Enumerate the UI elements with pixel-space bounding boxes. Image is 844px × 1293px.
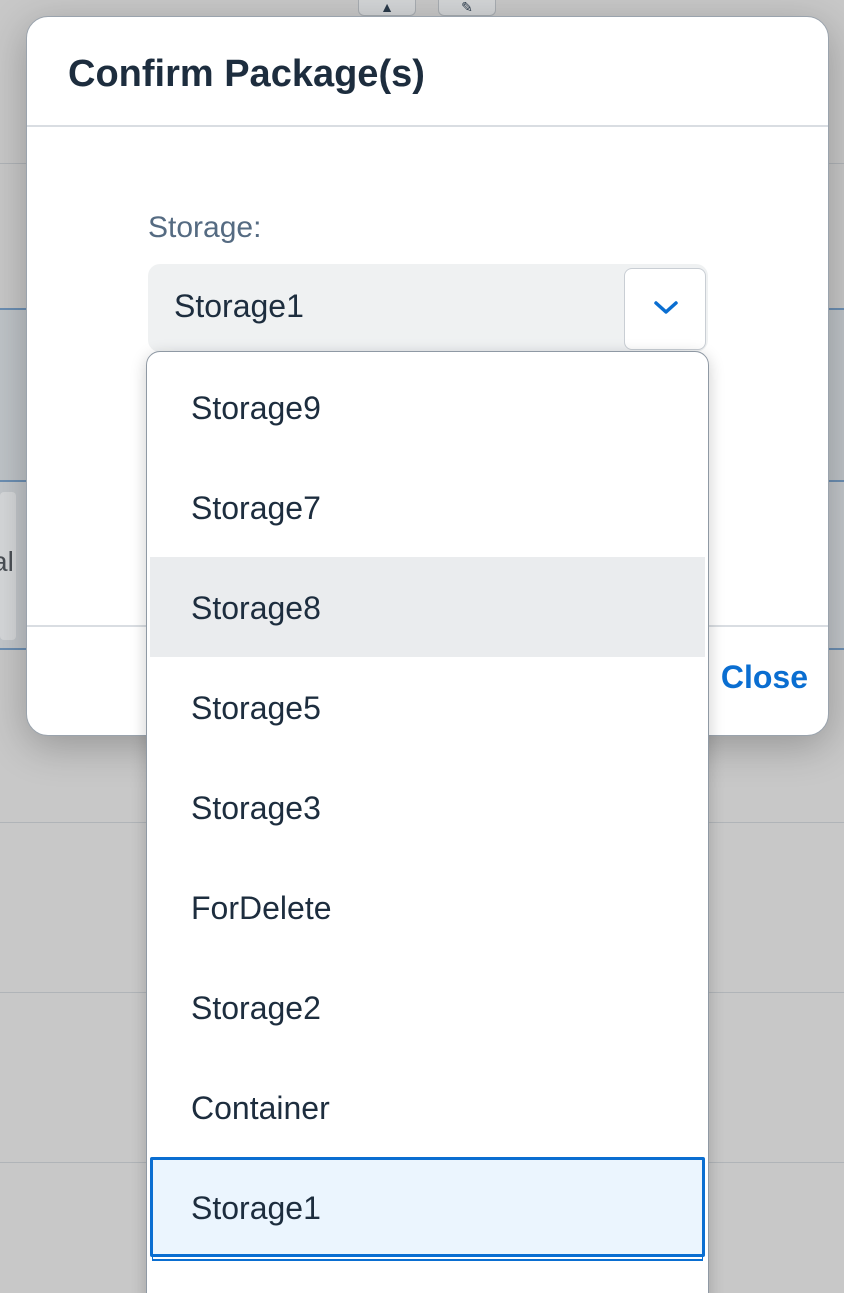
dropdown-option-label: ForDelete <box>191 890 332 926</box>
storage-select-toggle-button[interactable] <box>624 268 706 350</box>
dropdown-option-storage7[interactable]: Storage7 <box>150 457 705 557</box>
dropdown-option-label: Storage5 <box>191 690 321 726</box>
dropdown-option-fordelete[interactable]: ForDelete <box>150 857 705 957</box>
storage-select[interactable]: Storage1 <box>148 264 708 352</box>
dropdown-option-label: Container <box>191 1090 330 1126</box>
dropdown-option-label: Storage7 <box>191 490 321 526</box>
close-button[interactable]: Close <box>721 659 808 696</box>
dropdown-option-storage3[interactable]: Storage3 <box>150 757 705 857</box>
dropdown-option-storage5[interactable]: Storage5 <box>150 657 705 757</box>
dialog-title: Confirm Package(s) <box>68 53 425 95</box>
background-edge-text: al <box>0 546 14 577</box>
dropdown-option-storage2[interactable]: Storage2 <box>150 957 705 1057</box>
chevron-down-icon <box>654 301 678 314</box>
dropdown-option-label: Storage2 <box>191 990 321 1026</box>
dropdown-option-label: Storage3 <box>191 790 321 826</box>
dropdown-options: Storage9 Storage7 Storage8 Storage5 Storage3… <box>147 357 708 1257</box>
dialog-header: Confirm Package(s) <box>27 17 828 127</box>
dropdown-option-label: Storage8 <box>191 590 321 626</box>
dropdown-option-storage9[interactable]: Storage9 <box>150 357 705 457</box>
pin-icon: ✎ <box>461 0 473 15</box>
background-toolbar-button: ▲ <box>358 0 416 16</box>
background-pin-button: ✎ <box>438 0 496 16</box>
dropdown-option-label: Storage9 <box>191 390 321 426</box>
storage-dropdown-list: Storage9 Storage7 Storage8 Storage5 Storage3… <box>146 351 709 1293</box>
dropdown-option-label: Storage1 <box>191 1190 321 1226</box>
dropdown-option-container[interactable]: Container <box>150 1057 705 1157</box>
dropdown-option-storage1[interactable]: Storage1 <box>150 1157 705 1257</box>
dropdown-option-storage8[interactable]: Storage8 <box>150 557 705 657</box>
caret-up-icon: ▲ <box>380 0 394 15</box>
storage-label: Storage: <box>148 211 262 244</box>
storage-select-value[interactable]: Storage1 <box>174 288 304 325</box>
